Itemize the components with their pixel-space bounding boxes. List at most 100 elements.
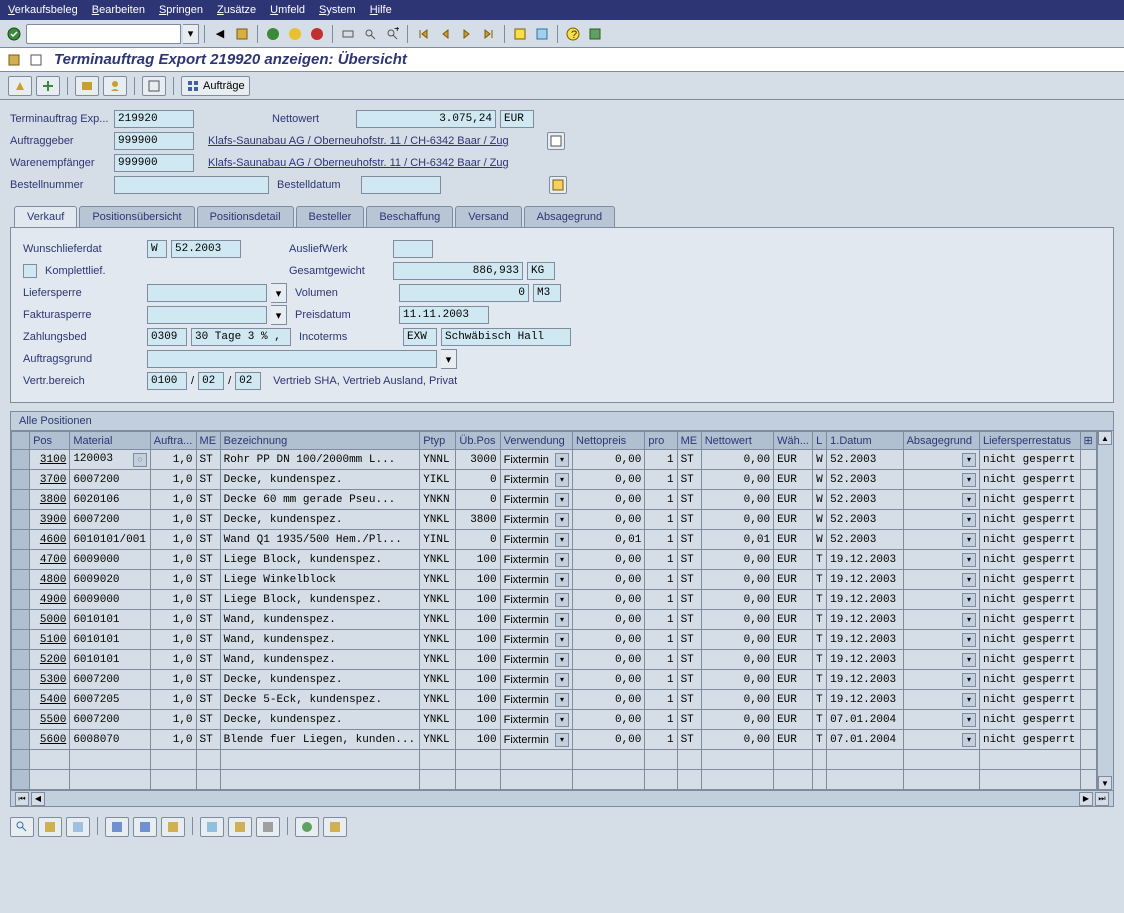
ft-btn-6[interactable] [161,817,185,837]
ft-btn-4[interactable] [105,817,129,837]
dropdown-icon[interactable]: ▾ [555,593,569,607]
horizontal-scrollbar[interactable]: ⏮ ◀ ▶ ⏭ [11,790,1113,806]
row-selector[interactable] [12,590,30,610]
dropdown-icon[interactable]: ▾ [555,553,569,567]
enter-icon[interactable] [4,24,24,44]
exit-yellow-icon[interactable] [285,24,305,44]
table-row-empty[interactable] [12,770,1097,790]
col-header[interactable]: 1.Datum [827,432,903,450]
save-icon[interactable] [232,24,252,44]
table-row[interactable]: 5200 6010101 1,0 ST Wand, kundenspez. YN… [12,650,1097,670]
help-icon[interactable]: ? [563,24,583,44]
next-page-icon[interactable] [457,24,477,44]
app-btn-auftraege[interactable]: Aufträge [181,76,250,96]
table-row[interactable]: 3800 6020106 1,0 ST Decke 60 mm gerade P… [12,490,1097,510]
menu-umfeld[interactable]: Umfeld [270,4,305,16]
dropdown-icon[interactable]: ▾ [962,693,976,707]
menu-springen[interactable]: Springen [159,4,203,16]
row-selector[interactable] [12,650,30,670]
tab-verkauf[interactable]: Verkauf [14,206,77,227]
table-row[interactable]: 5000 6010101 1,0 ST Wand, kundenspez. YN… [12,610,1097,630]
dropdown-icon[interactable]: ▾ [555,613,569,627]
incoterms-code[interactable] [403,328,437,346]
auftraggeber-input[interactable] [114,132,194,150]
liefersperre-input[interactable] [147,284,267,302]
bestellnr-input[interactable] [114,176,269,194]
command-dropdown-icon[interactable]: ▾ [183,24,199,44]
partner-detail-icon[interactable] [547,132,565,150]
ft-btn-10[interactable] [295,817,319,837]
ausliefwerk-input[interactable] [393,240,433,258]
dropdown-icon[interactable]: ▾ [962,493,976,507]
incoterms-text[interactable] [441,328,571,346]
row-selector[interactable] [12,710,30,730]
find-icon[interactable] [360,24,380,44]
col-header[interactable]: Auftra... [150,432,196,450]
tab-positionsuebersicht[interactable]: Positionsübersicht [79,206,194,227]
komplettlief-checkbox[interactable] [23,264,37,278]
dropdown-icon[interactable]: ▾ [962,593,976,607]
row-selector[interactable] [12,510,30,530]
warenempf-link[interactable]: Klafs-Saunabau AG / Oberneuhofstr. 11 / … [208,157,509,169]
col-header[interactable]: pro [645,432,677,450]
wunschlieferdat-fmt[interactable] [147,240,167,258]
dropdown-icon[interactable]: ▾ [962,533,976,547]
find-next-icon[interactable]: + [382,24,402,44]
col-header[interactable]: Verwendung [500,432,572,450]
dropdown-icon[interactable]: ▾ [555,633,569,647]
scroll-left-icon[interactable]: ◀ [31,792,45,806]
scroll-right-icon[interactable]: ▶ [1079,792,1093,806]
dropdown-icon[interactable]: ▾ [962,653,976,667]
dropdown-icon[interactable]: ▾ [962,713,976,727]
scroll-first-icon[interactable]: ⏮ [15,792,29,806]
tab-beschaffung[interactable]: Beschaffung [366,206,453,227]
liefersperre-dropdown-icon[interactable]: ▾ [271,283,287,303]
col-header[interactable]: Nettowert [701,432,773,450]
preisdatum-input[interactable] [399,306,489,324]
dropdown-icon[interactable]: ▾ [555,473,569,487]
row-selector[interactable] [12,450,30,470]
dropdown-icon[interactable]: ▾ [962,473,976,487]
col-header[interactable]: Bezeichnung [220,432,420,450]
f4-help-icon[interactable]: ◌ [133,453,147,467]
dropdown-icon[interactable]: ▾ [555,673,569,687]
tab-positionsdetail[interactable]: Positionsdetail [197,206,294,227]
vertrbereich-1[interactable] [147,372,187,390]
ft-btn-7[interactable] [200,817,224,837]
dropdown-icon[interactable]: ▾ [555,493,569,507]
table-row[interactable]: 5500 6007200 1,0 ST Decke, kundenspez. Y… [12,710,1097,730]
table-row[interactable]: 5300 6007200 1,0 ST Decke, kundenspez. Y… [12,670,1097,690]
col-header[interactable]: Material [70,432,150,450]
ft-btn-3[interactable] [66,817,90,837]
header-detail-icon[interactable] [549,176,567,194]
menu-zusaetze[interactable]: Zusätze [217,4,256,16]
row-selector[interactable] [12,610,30,630]
scroll-up-icon[interactable]: ▲ [1098,431,1112,445]
ft-btn-1[interactable] [10,817,34,837]
table-row[interactable]: 5100 6010101 1,0 ST Wand, kundenspez. YN… [12,630,1097,650]
dropdown-icon[interactable]: ▾ [962,613,976,627]
ft-btn-5[interactable] [133,817,157,837]
app-btn-5[interactable] [142,76,166,96]
vertrbereich-2[interactable] [198,372,224,390]
row-selector[interactable] [12,730,30,750]
dropdown-icon[interactable]: ▾ [555,453,569,467]
dropdown-icon[interactable]: ▾ [962,633,976,647]
col-header[interactable]: Ptyp [420,432,456,450]
command-field[interactable] [26,24,181,44]
dropdown-icon[interactable]: ▾ [555,513,569,527]
menu-verkaufsbeleg[interactable]: Verkaufsbeleg [8,4,78,16]
terminauftrag-input[interactable] [114,110,194,128]
new-session-icon[interactable] [510,24,530,44]
dropdown-icon[interactable]: ▾ [962,733,976,747]
table-row[interactable]: 3700 6007200 1,0 ST Decke, kundenspez. Y… [12,470,1097,490]
back-icon[interactable]: ◀ [210,24,230,44]
table-row[interactable]: 4900 6009000 1,0 ST Liege Block, kundens… [12,590,1097,610]
bestelldatum-input[interactable] [361,176,441,194]
row-selector[interactable] [12,490,30,510]
table-settings-icon[interactable]: ⊞ [1084,435,1093,447]
dropdown-icon[interactable]: ▾ [555,693,569,707]
table-row[interactable]: 3100 120003◌ 1,0 ST Rohr PP DN 100/2000m… [12,450,1097,470]
table-row[interactable]: 5600 6008070 1,0 ST Blende fuer Liegen, … [12,730,1097,750]
fakturasperre-input[interactable] [147,306,267,324]
